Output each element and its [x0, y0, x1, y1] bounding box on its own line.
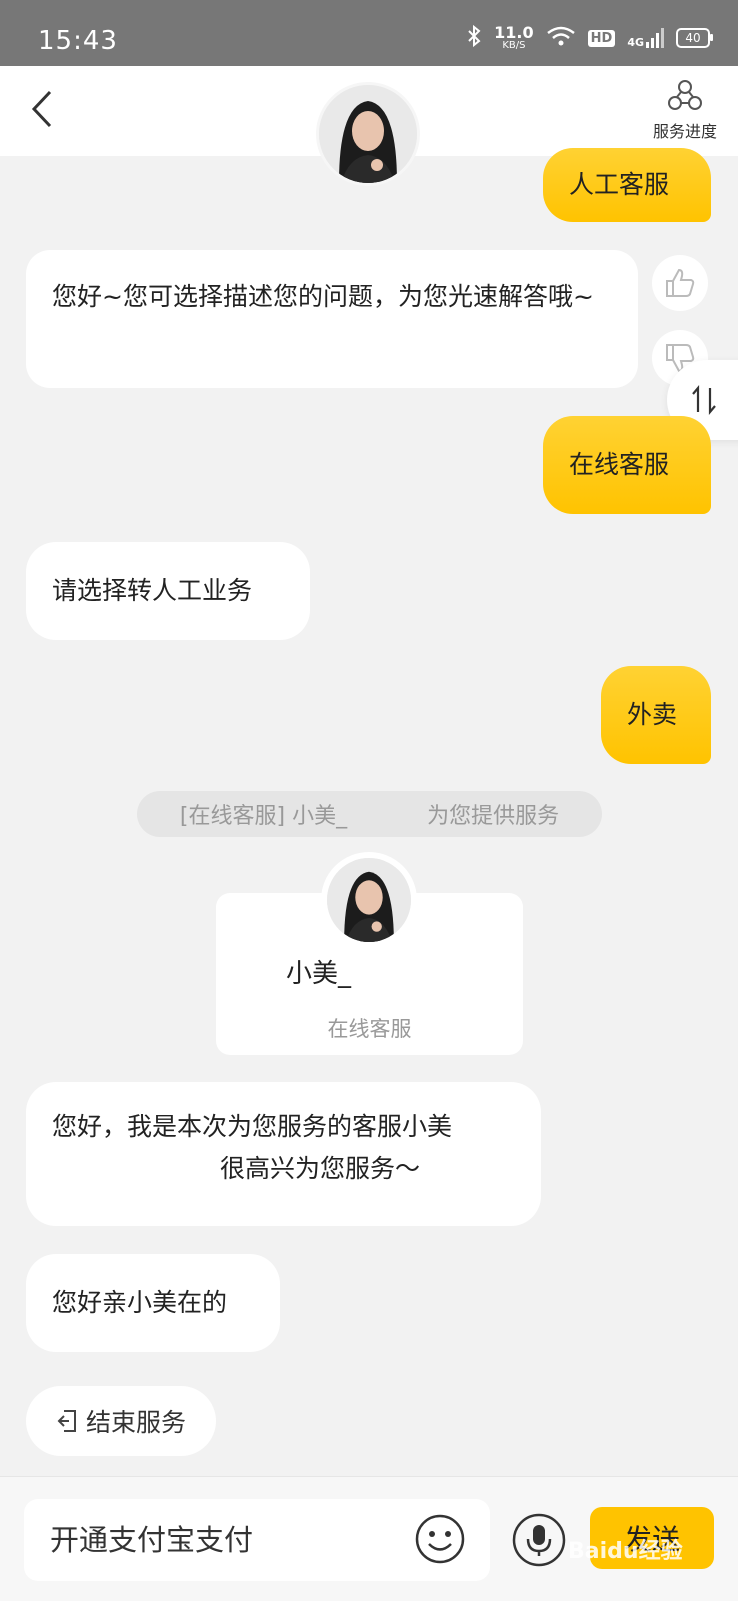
service-progress-label: 服务进度 — [652, 122, 717, 141]
message-text: 很高兴为您服务～ — [220, 1154, 421, 1183]
system-notice-suffix: 为您提供服务 — [427, 804, 560, 829]
message-outgoing: 外卖 — [601, 666, 711, 764]
composer-bar: 开通支付宝支付 发送 Baidu经验 — [0, 1476, 738, 1601]
thumbs-up-icon — [666, 268, 695, 297]
message-outgoing: 在线客服 — [543, 416, 711, 514]
agent-avatar-image — [327, 858, 411, 942]
agent-avatar-image — [319, 85, 417, 183]
end-service-label: 结束服务 — [85, 1408, 186, 1437]
emoji-button[interactable] — [414, 1513, 466, 1565]
status-icons: 11.0 KB/S HD 4G 40 — [466, 24, 713, 52]
message-text: 您好亲小美在的 — [52, 1288, 228, 1317]
like-button[interactable] — [652, 255, 708, 311]
bluetooth-icon — [466, 24, 482, 52]
message-text: 请选择转人工业务 — [52, 576, 253, 605]
system-notice: [在线客服] 小美_ 为您提供服务 — [137, 791, 602, 837]
message-text: 您好~您可选择描述您的问题，为您光速解答哦~ — [52, 282, 594, 311]
agent-avatar-header — [316, 82, 420, 186]
message-text: 外卖 — [627, 700, 678, 729]
message-input[interactable]: 开通支付宝支付 — [24, 1499, 490, 1581]
microphone-icon — [512, 1513, 566, 1567]
message-incoming: 您好~您可选择描述您的问题，为您光速解答哦~ — [26, 250, 638, 388]
message-input-text: 开通支付宝支付 — [50, 1523, 254, 1557]
battery-level: 40 — [685, 31, 701, 45]
service-progress-icon — [668, 80, 702, 110]
smiley-icon — [415, 1514, 465, 1564]
hd-badge: HD — [587, 29, 616, 47]
message-text: 人工客服 — [569, 170, 670, 199]
message-text-line: 您好，我是本次为您服务的客服小美 — [52, 1112, 453, 1141]
message-outgoing: 人工客服 — [543, 148, 711, 222]
message-incoming: 请选择转人工业务 — [26, 542, 310, 640]
net-speed-value: 11.0 — [494, 23, 534, 42]
battery-icon: 40 — [676, 28, 713, 48]
signal-4g-label: 4G — [627, 36, 644, 49]
status-time: 15:43 — [38, 26, 118, 56]
message-incoming: 您好亲小美在的 — [26, 1254, 280, 1352]
swap-arrows-icon — [692, 384, 716, 416]
message-text: 在线客服 — [569, 450, 670, 479]
send-button[interactable]: 发送 — [590, 1507, 714, 1569]
exit-icon — [57, 1410, 76, 1432]
agent-avatar-card — [321, 852, 417, 948]
end-service-button[interactable]: 结束服务 — [26, 1386, 216, 1456]
network-speed: 11.0 KB/S — [494, 25, 533, 51]
service-progress-button[interactable]: 服务进度 — [640, 78, 730, 142]
voice-button[interactable] — [512, 1513, 566, 1567]
net-speed-unit: KB/S — [502, 40, 526, 51]
message-text-line: 很高兴为您服务～ — [52, 1148, 515, 1190]
back-button[interactable] — [22, 84, 62, 134]
cellular-signal-icon: 4G — [627, 28, 664, 48]
message-incoming: 您好，我是本次为您服务的客服小美 很高兴为您服务～ — [26, 1082, 541, 1226]
status-bar: 15:43 11.0 KB/S HD 4G 40 — [0, 0, 738, 66]
send-label: 发送 — [623, 1523, 680, 1556]
wifi-icon — [546, 25, 576, 51]
system-notice-prefix: [在线客服] 小美_ — [179, 804, 348, 829]
agent-role: 在线客服 — [327, 1017, 412, 1041]
agent-name: 小美_ — [286, 959, 352, 989]
chevron-left-icon — [31, 90, 52, 128]
